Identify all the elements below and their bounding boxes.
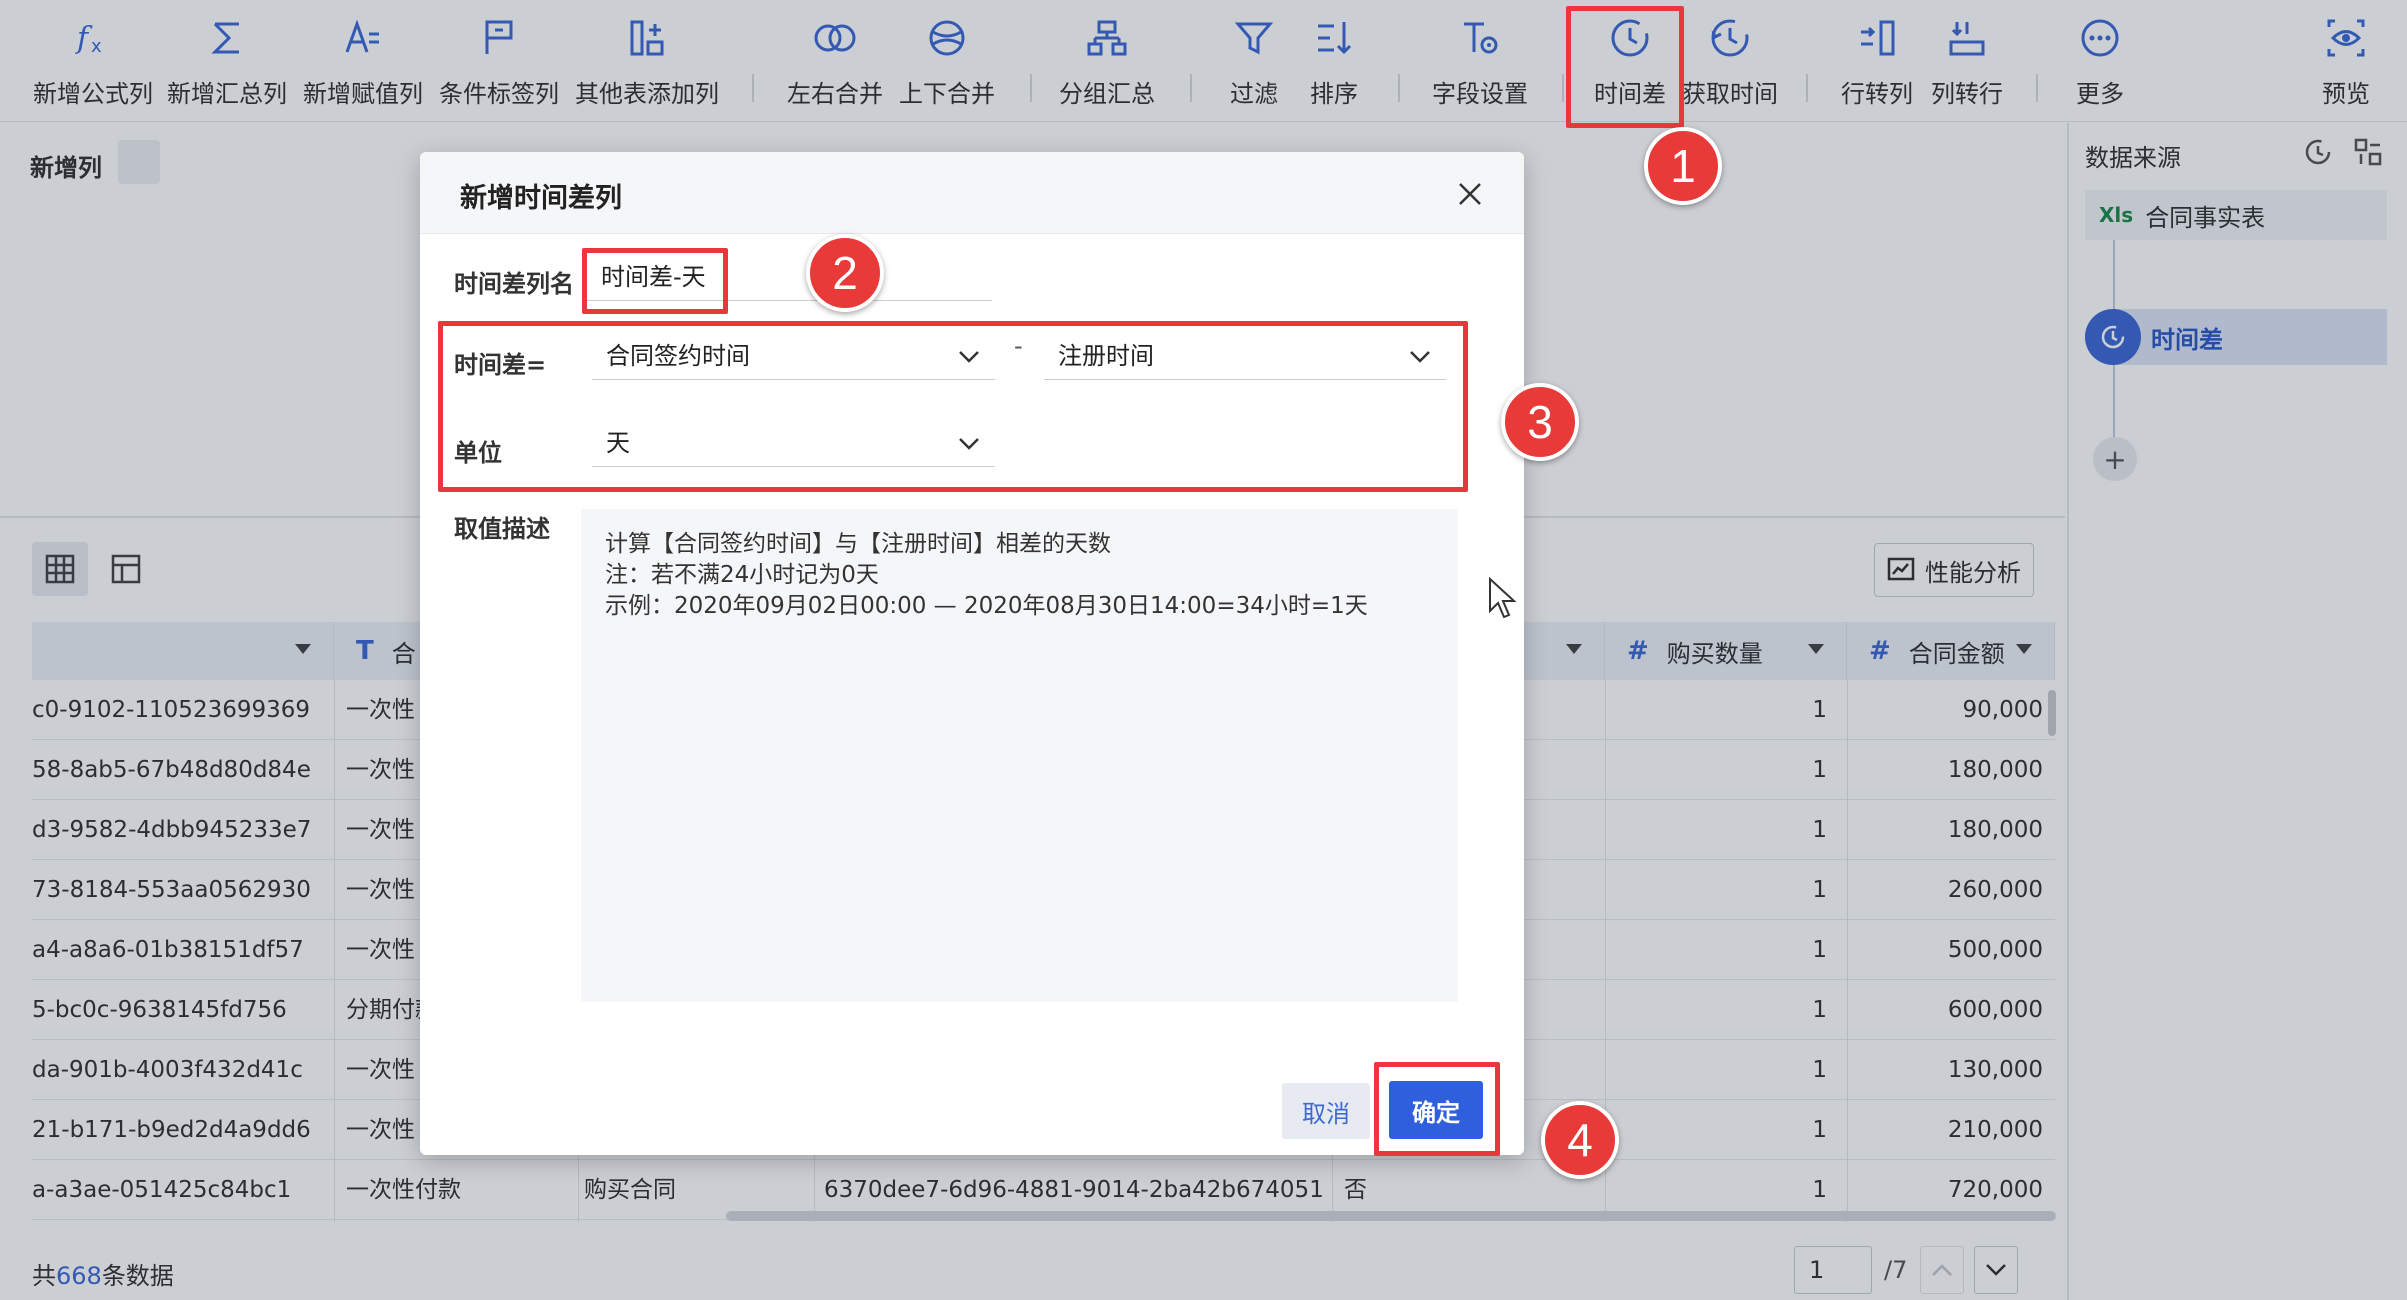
description-line: 示例：2020年09月02日00:00 — 2020年08月30日14:00=3… — [605, 593, 1368, 619]
chevron-down-icon — [1410, 351, 1430, 363]
time-diff-label: 时间差= — [454, 351, 547, 379]
dialog-title: 新增时间差列 — [460, 183, 622, 214]
end-field-select[interactable]: 注册时间 — [1044, 332, 1446, 380]
unit-value: 天 — [606, 429, 630, 457]
step-badge-4: 4 — [1541, 1101, 1619, 1179]
chevron-down-icon — [959, 438, 979, 450]
mouse-cursor-icon — [1488, 576, 1518, 623]
step-badge-3: 3 — [1501, 383, 1579, 461]
description-line: 计算【合同签约时间】与【注册时间】相差的天数 — [605, 531, 1111, 557]
chevron-down-icon — [959, 351, 979, 363]
end-field-value: 注册时间 — [1058, 342, 1154, 370]
start-field-select[interactable]: 合同签约时间 — [592, 332, 995, 380]
unit-label: 单位 — [454, 439, 502, 467]
start-field-value: 合同签约时间 — [606, 342, 750, 370]
minus-sign: - — [1014, 332, 1023, 360]
description-box: 计算【合同签约时间】与【注册时间】相差的天数 注：若不满24小时记为0天 示例：… — [581, 509, 1458, 1002]
close-button[interactable] — [1450, 174, 1490, 214]
cancel-button[interactable]: 取消 — [1282, 1083, 1370, 1139]
description-line: 注：若不满24小时记为0天 — [605, 562, 879, 588]
step-badge-2: 2 — [806, 234, 884, 312]
confirm-button[interactable]: 确定 — [1389, 1081, 1483, 1139]
column-name-label: 时间差列名 — [454, 270, 574, 298]
step-badge-1: 1 — [1644, 127, 1722, 205]
column-name-input[interactable]: 时间差-天 — [585, 253, 992, 301]
unit-select[interactable]: 天 — [592, 419, 995, 467]
time-difference-dialog: 新增时间差列 时间差列名 时间差-天 时间差= 合同签约时间 - 注册时间 单位… — [420, 152, 1524, 1155]
description-label: 取值描述 — [454, 515, 550, 543]
close-icon — [1459, 183, 1481, 205]
